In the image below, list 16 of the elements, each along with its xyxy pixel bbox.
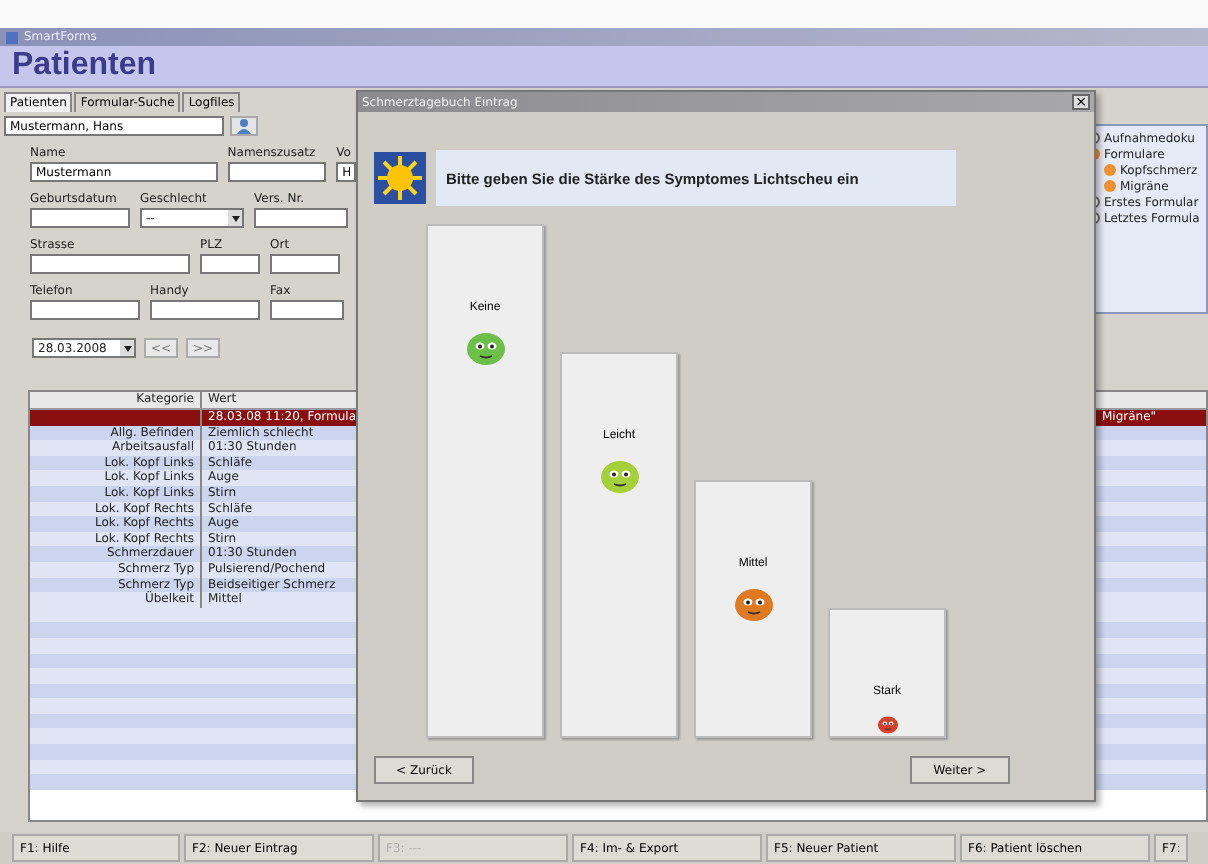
input-field[interactable] — [30, 300, 140, 320]
input-field[interactable] — [30, 254, 190, 274]
search-button[interactable] — [230, 116, 258, 136]
input-field[interactable] — [150, 300, 260, 320]
input-field[interactable] — [270, 300, 344, 320]
input-field[interactable] — [270, 254, 340, 274]
input-field[interactable] — [254, 208, 348, 228]
input-field[interactable] — [200, 254, 260, 274]
dropdown-arrow-icon — [120, 340, 134, 356]
input-field[interactable] — [30, 208, 130, 228]
input-field[interactable] — [227, 162, 327, 182]
person-icon — [236, 118, 252, 134]
page-title: Patienten — [12, 48, 157, 84]
sun-icon — [374, 152, 426, 204]
dropdown-arrow-icon — [228, 210, 242, 226]
app-icon — [6, 31, 18, 43]
